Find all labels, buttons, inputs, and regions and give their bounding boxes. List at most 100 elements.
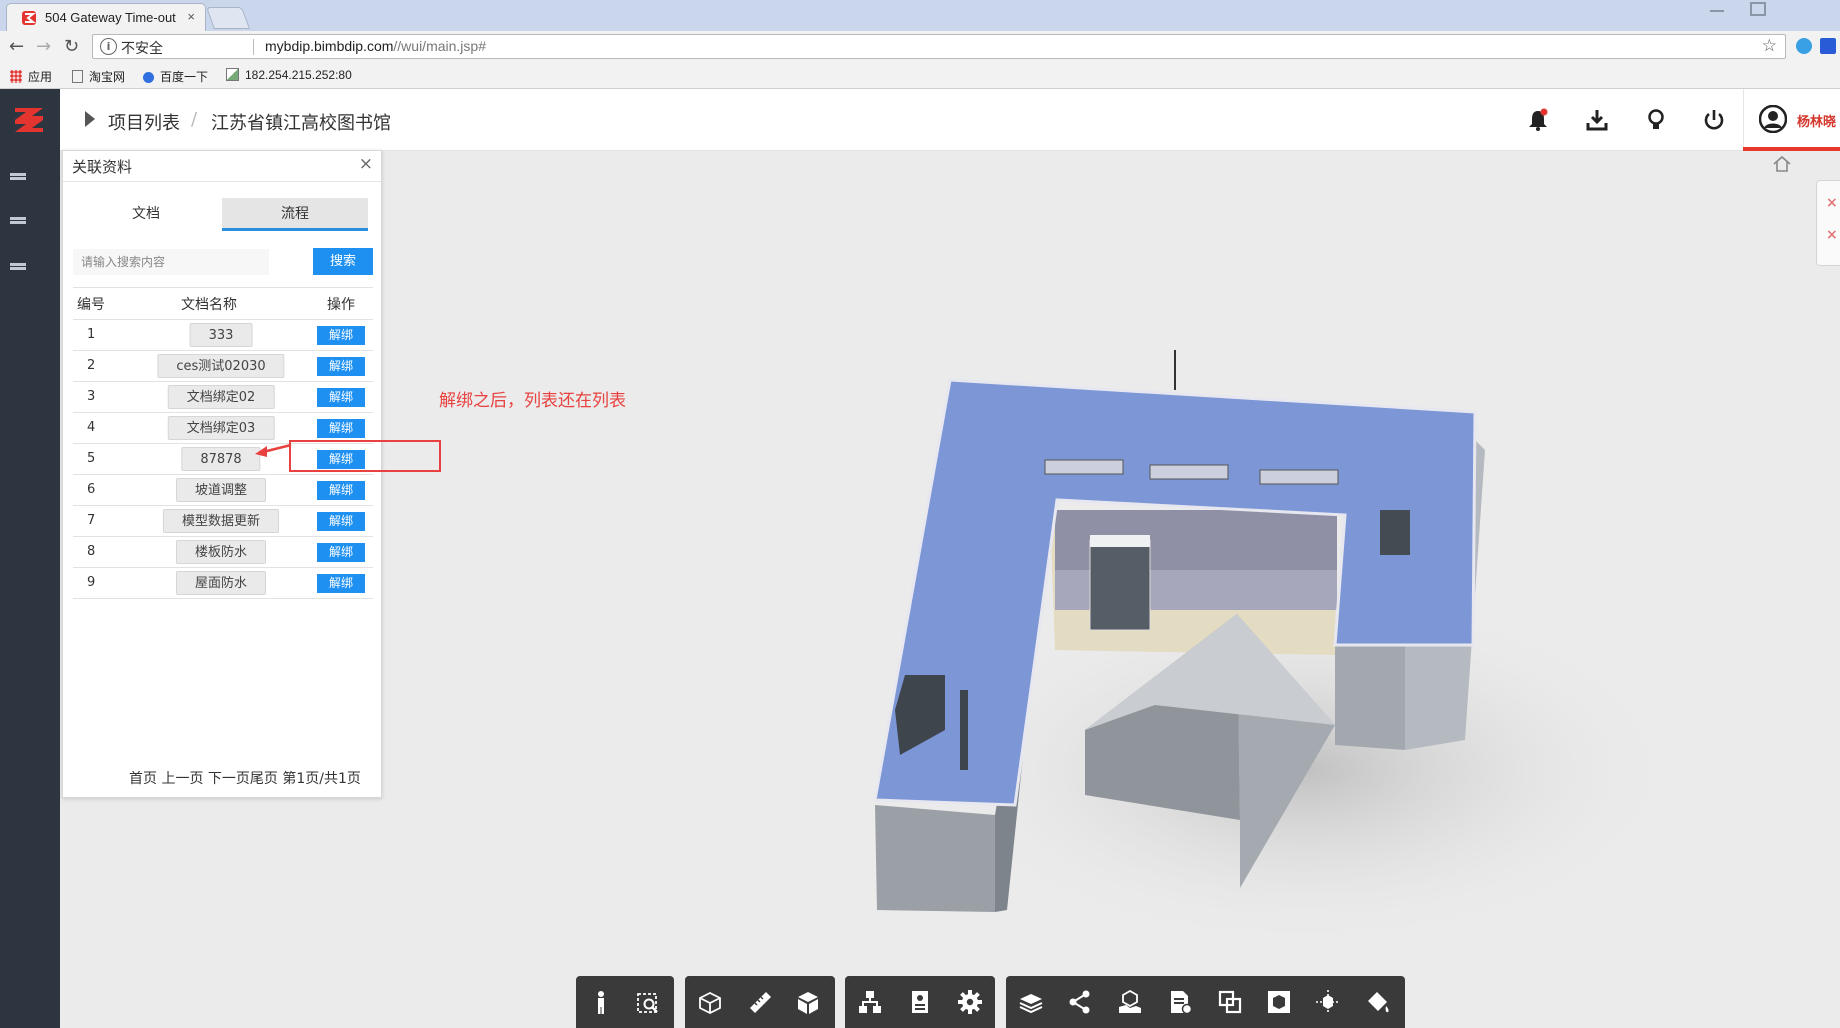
toolbar-group-model bbox=[845, 976, 995, 1028]
explode-icon[interactable] bbox=[1315, 989, 1341, 1015]
unbind-button[interactable]: 解绑 bbox=[317, 574, 365, 593]
download-icon[interactable] bbox=[1584, 107, 1610, 133]
side-panel-tab[interactable]: × × bbox=[1816, 180, 1840, 266]
unbind-button[interactable]: 解绑 bbox=[317, 357, 365, 376]
document-name-button[interactable]: 333 bbox=[189, 323, 253, 347]
user-menu[interactable]: 杨林晓 bbox=[1743, 89, 1840, 151]
document-icon[interactable] bbox=[1167, 989, 1193, 1015]
maximize-icon[interactable] bbox=[1750, 2, 1766, 16]
back-icon[interactable]: ← bbox=[9, 37, 24, 57]
app-sidebar bbox=[0, 89, 60, 1028]
row-number: 3 bbox=[87, 389, 96, 404]
row-number: 8 bbox=[87, 544, 96, 559]
document-name-button[interactable]: 楼板防水 bbox=[175, 540, 267, 564]
document-name-button[interactable]: 文档绑定03 bbox=[167, 416, 275, 440]
left-wing-wall bbox=[875, 805, 995, 912]
person-icon[interactable] bbox=[588, 989, 614, 1015]
app-header: 项目列表 / 江苏省镇江高校图书馆 杨林晓 bbox=[60, 89, 1840, 151]
toolbar-group-view bbox=[1006, 976, 1405, 1028]
annotation-note: 解绑之后，列表还在列表 bbox=[439, 391, 626, 411]
document-name-button[interactable]: 87878 bbox=[181, 447, 261, 471]
document-name-button[interactable]: ces测试02030 bbox=[157, 354, 285, 378]
unbind-button[interactable]: 解绑 bbox=[317, 326, 365, 345]
unbind-button[interactable]: 解绑 bbox=[317, 543, 365, 562]
tab-close-icon[interactable]: × bbox=[187, 9, 195, 24]
user-active-underline bbox=[1743, 147, 1840, 151]
share-icon[interactable] bbox=[1067, 989, 1093, 1015]
sidebar-item-3[interactable] bbox=[10, 263, 26, 274]
sidebar-item-2[interactable] bbox=[10, 217, 26, 228]
bookmark-baidu[interactable]: 百度一下 bbox=[143, 68, 208, 85]
column-header-number: 编号 bbox=[77, 297, 105, 313]
close-icon: × bbox=[1826, 195, 1838, 211]
table-row: 1 333 解绑 bbox=[73, 320, 373, 351]
bell-icon[interactable] bbox=[1525, 107, 1551, 133]
properties-icon[interactable] bbox=[907, 989, 933, 1015]
info-icon[interactable]: i bbox=[100, 38, 117, 55]
table-header: 编号 文档名称 操作 bbox=[73, 287, 373, 320]
table-row: 8 楼板防水 解绑 bbox=[73, 537, 373, 568]
lightbulb-icon[interactable] bbox=[1643, 107, 1669, 133]
user-name: 杨林晓 bbox=[1797, 115, 1837, 130]
copy-icon[interactable] bbox=[1217, 989, 1243, 1015]
minimize-icon[interactable] bbox=[1710, 10, 1724, 12]
unbind-button[interactable]: 解绑 bbox=[317, 512, 365, 531]
browser-tab[interactable]: 504 Gateway Time-out × bbox=[6, 3, 206, 31]
table-row: 6 坡道调整 解绑 bbox=[73, 475, 373, 506]
layers-icon[interactable] bbox=[1018, 989, 1044, 1015]
reload-icon[interactable]: ↻ bbox=[64, 37, 79, 57]
rooftop-unit bbox=[1089, 539, 1151, 631]
address-bar[interactable]: i 不安全 mybdip.bimbdip.com//wui/main.jsp# … bbox=[92, 34, 1786, 59]
bookmark-apps[interactable]: 应用 bbox=[10, 68, 52, 85]
cube-view-icon[interactable] bbox=[795, 989, 821, 1015]
search-button[interactable]: 搜索 bbox=[313, 248, 373, 275]
paint-icon[interactable] bbox=[1365, 989, 1391, 1015]
annotation-highlight-box bbox=[289, 440, 441, 472]
breadcrumb-current-project: 江苏省镇江高校图书馆 bbox=[211, 113, 391, 134]
box-icon[interactable] bbox=[1266, 989, 1292, 1015]
row-number: 6 bbox=[87, 482, 96, 497]
security-label[interactable]: 不安全 bbox=[121, 38, 163, 58]
tab-process[interactable]: 流程 bbox=[222, 198, 368, 231]
document-name-button[interactable]: 坡道调整 bbox=[175, 478, 267, 502]
breadcrumb-toggle-icon[interactable] bbox=[85, 111, 95, 127]
bookmark-taobao[interactable]: 淘宝网 bbox=[72, 68, 125, 85]
bookmarks-bar: 应用 淘宝网 百度一下 182.254.215.252:80 bbox=[0, 63, 1840, 89]
row-number: 4 bbox=[87, 420, 96, 435]
rooftop-duct bbox=[960, 690, 968, 770]
forward-icon[interactable]: → bbox=[36, 37, 51, 57]
row-number: 5 bbox=[87, 451, 96, 466]
breadcrumb-project-list[interactable]: 项目列表 bbox=[108, 109, 180, 135]
sidebar-item-1[interactable] bbox=[10, 173, 26, 184]
annotation-arrow-icon bbox=[255, 443, 292, 457]
panel-title: 关联资料 bbox=[72, 158, 133, 176]
hand-icon[interactable] bbox=[1117, 989, 1143, 1015]
divider bbox=[63, 181, 381, 182]
document-name-button[interactable]: 文档绑定02 bbox=[167, 385, 275, 409]
pagination[interactable]: 首页 上一页 下一页尾页 第1页/共1页 bbox=[129, 768, 361, 788]
document-name-button[interactable]: 屋面防水 bbox=[175, 571, 267, 595]
new-tab-button[interactable] bbox=[205, 7, 251, 29]
home-icon[interactable] bbox=[1772, 155, 1792, 173]
document-name-button[interactable]: 模型数据更新 bbox=[162, 509, 280, 533]
unbind-button[interactable]: 解绑 bbox=[317, 481, 365, 500]
bookmark-star-icon[interactable]: ☆ bbox=[1762, 36, 1777, 56]
section-box-icon[interactable] bbox=[697, 989, 723, 1015]
power-icon[interactable] bbox=[1701, 107, 1727, 133]
search-input[interactable] bbox=[73, 249, 269, 275]
building-3d-model[interactable] bbox=[865, 350, 1665, 950]
bookmark-ip[interactable]: 182.254.215.252:80 bbox=[226, 68, 352, 82]
zoom-area-icon[interactable] bbox=[636, 989, 662, 1015]
url-text[interactable]: mybdip.bimbdip.com//wui/main.jsp# bbox=[265, 38, 486, 54]
extension-icon[interactable] bbox=[1796, 38, 1812, 54]
extension-icon[interactable] bbox=[1820, 38, 1836, 54]
unbind-button[interactable]: 解绑 bbox=[317, 419, 365, 438]
measure-icon[interactable] bbox=[747, 989, 773, 1015]
panel-close-icon[interactable]: × bbox=[359, 154, 373, 174]
tree-icon[interactable] bbox=[857, 989, 883, 1015]
address-toolbar: ← → ↻ i 不安全 mybdip.bimbdip.com//wui/main… bbox=[0, 31, 1840, 63]
settings-icon[interactable] bbox=[957, 989, 983, 1015]
tab-documents[interactable]: 文档 bbox=[73, 198, 219, 231]
unbind-button[interactable]: 解绑 bbox=[317, 388, 365, 407]
url-host: mybdip.bimbdip.com bbox=[265, 38, 394, 54]
